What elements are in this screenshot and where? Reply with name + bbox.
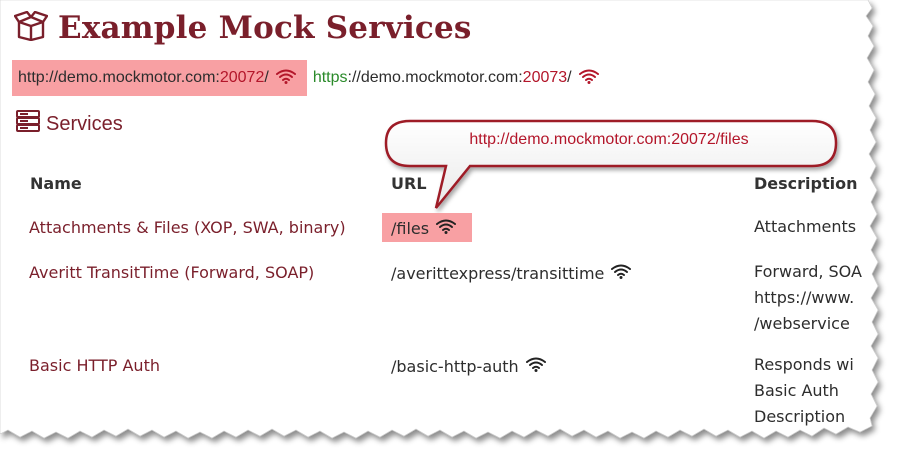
callout-text: http://demo.mockmotor.com:20072/files xyxy=(469,131,749,148)
wifi-icon[interactable] xyxy=(610,263,632,283)
wifi-icon[interactable] xyxy=(435,218,457,238)
service-description: Forward, SOA https://www. /webservice xyxy=(754,259,862,337)
description-line: Responds wi xyxy=(754,355,854,374)
service-description: Attachments xyxy=(754,214,856,240)
column-header-url: URL xyxy=(391,174,427,193)
description-line: Attachments xyxy=(754,217,857,236)
service-url-text: /averittexpress/transittime xyxy=(391,263,605,283)
column-header-description: Description xyxy=(754,174,858,193)
wifi-icon[interactable] xyxy=(525,356,547,376)
service-url-text: /files xyxy=(391,218,430,238)
service-name-link[interactable]: Attachments & Files (XOP, SWA, binary) xyxy=(29,218,346,237)
service-name-link[interactable]: Averitt TransitTime (Forward, SOAP) xyxy=(29,263,314,282)
description-line: Forward, SOA xyxy=(754,262,862,281)
page: Example Mock Services http://demo.mockmo… xyxy=(0,0,898,465)
service-url: /basic-http-auth xyxy=(391,356,547,376)
description-line: Basic Auth xyxy=(754,381,839,400)
service-name-link[interactable]: Basic HTTP Auth xyxy=(29,356,160,375)
description-line: /webservice xyxy=(754,314,850,333)
description-line: Description xyxy=(754,407,846,426)
service-url: /averittexpress/transittime xyxy=(391,263,632,283)
service-description: Responds wi Basic Auth Description xyxy=(754,352,854,430)
service-url: /files xyxy=(391,218,457,238)
column-header-name: Name xyxy=(30,174,82,193)
description-line: https://www. xyxy=(754,288,855,307)
service-url-text: /basic-http-auth xyxy=(391,356,519,376)
